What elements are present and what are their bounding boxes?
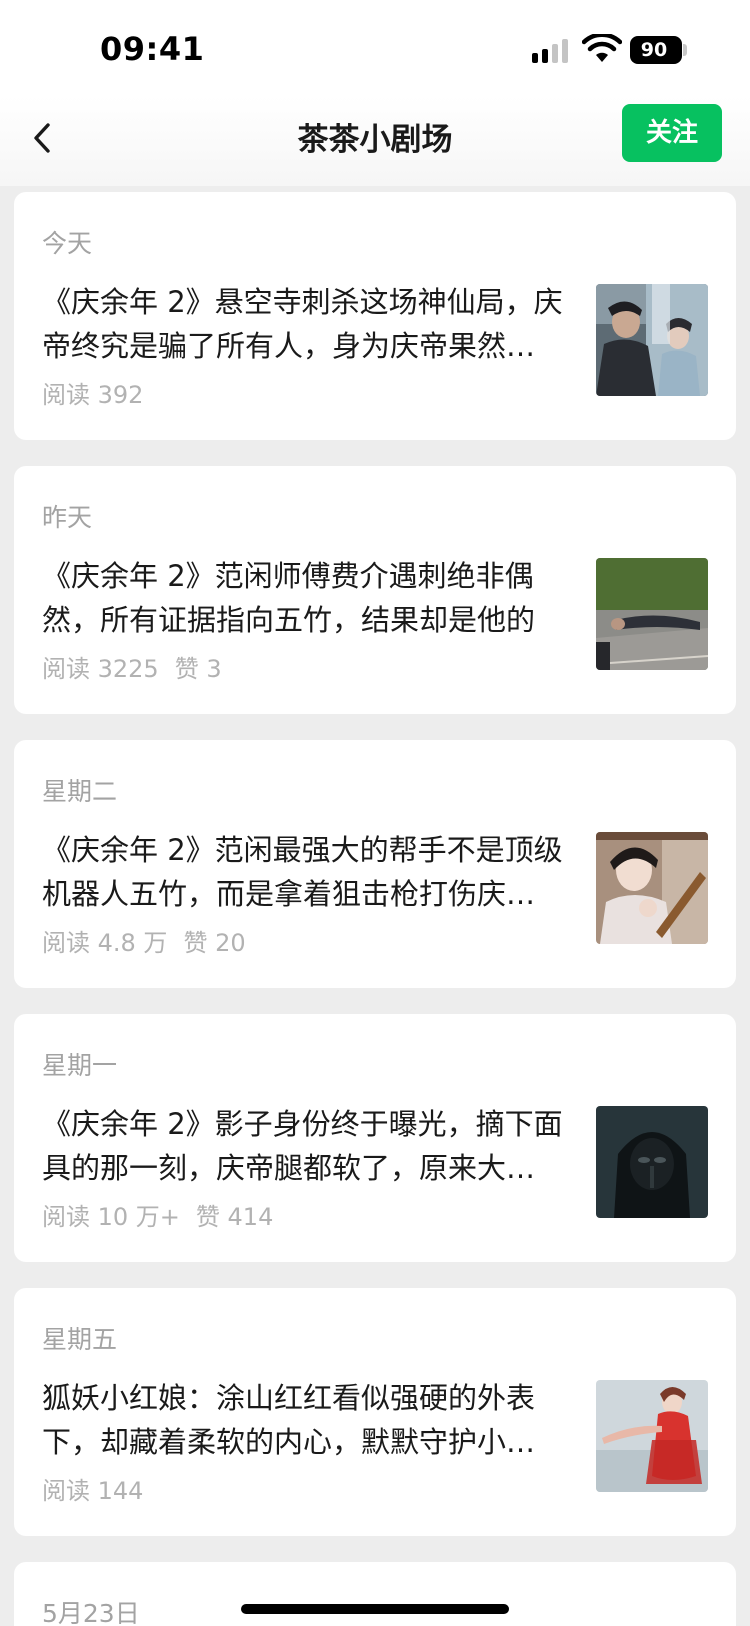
page: 09:41 90 茶茶小剧场 关注 今天 《庆余年 2》悬空寺刺杀这场神仙局，庆… [0,0,750,1626]
battery-level: 90 [640,39,668,61]
article-title[interactable]: 《庆余年 2》范闲最强大的帮手不是顶级机器人五竹，而是拿着狙击枪打伤庆… [42,828,572,916]
back-arrow-icon[interactable] [22,112,70,160]
follow-button[interactable]: 关注 [622,104,722,162]
nav-bar: 茶茶小剧场 关注 [0,96,750,186]
article-date: 星期一 [42,1051,118,1080]
article-stats: 阅读 392 [42,375,143,410]
article-stats: 阅读 4.8 万赞 20 [42,923,246,958]
article-thumbnail[interactable] [596,284,708,396]
page-title: 茶茶小剧场 [297,122,453,158]
article-card[interactable]: 星期二 《庆余年 2》范闲最强大的帮手不是顶级机器人五竹，而是拿着狙击枪打伤庆…… [14,740,736,988]
read-count: 阅读 144 [42,1477,144,1505]
wifi-icon [582,34,622,62]
article-card[interactable]: 昨天 《庆余年 2》范闲师傅费介遇刺绝非偶然，所有证据指向五竹，结果却是他的一…… [14,466,736,714]
like-count: 赞 20 [183,929,246,957]
article-card[interactable]: 5月23日 [14,1562,736,1626]
read-count: 阅读 4.8 万 [42,929,168,957]
read-count: 阅读 3225 [42,655,159,683]
article-thumbnail[interactable] [596,558,708,670]
article-date: 昨天 [42,503,93,532]
read-count: 阅读 392 [42,381,144,409]
read-count: 阅读 10 万+ [42,1203,180,1231]
article-date: 星期五 [42,1325,118,1354]
article-thumbnail[interactable] [596,832,708,944]
article-date: 今天 [42,229,93,258]
status-bar: 09:41 90 [0,0,750,96]
article-title[interactable]: 《庆余年 2》范闲师傅费介遇刺绝非偶然，所有证据指向五竹，结果却是他的一… [42,554,572,642]
article-card[interactable]: 星期五 狐妖小红娘：涂山红红看似强硬的外表下，却藏着柔软的内心，默默守护小… 阅… [14,1288,736,1536]
article-date: 星期二 [42,777,118,806]
article-title[interactable]: 《庆余年 2》影子身份终于曝光，摘下面具的那一刻，庆帝腿都软了，原来大… [42,1102,572,1190]
home-indicator[interactable] [241,1604,509,1614]
battery-icon: 90 [630,36,682,64]
article-stats: 阅读 3225 赞 3 [42,649,222,684]
status-time: 09:41 [100,30,205,68]
article-date: 5月23日 [42,1599,140,1626]
article-stats: 阅读 10 万+ 赞 414 [42,1197,273,1232]
cellular-signal-icon [532,39,568,63]
article-title[interactable]: 狐妖小红娘：涂山红红看似强硬的外表下，却藏着柔软的内心，默默守护小… [42,1376,572,1464]
article-stats: 阅读 144 [42,1471,143,1506]
article-thumbnail[interactable] [596,1380,708,1492]
article-card[interactable]: 今天 《庆余年 2》悬空寺刺杀这场神仙局，庆帝终究是骗了所有人，身为庆帝果然… … [14,192,736,440]
article-title[interactable]: 《庆余年 2》悬空寺刺杀这场神仙局，庆帝终究是骗了所有人，身为庆帝果然… [42,280,572,368]
battery-cap [683,44,687,56]
like-count: 赞 3 [174,655,222,683]
like-count: 赞 414 [195,1203,274,1231]
article-thumbnail[interactable] [596,1106,708,1218]
article-card[interactable]: 星期一 《庆余年 2》影子身份终于曝光，摘下面具的那一刻，庆帝腿都软了，原来大…… [14,1014,736,1262]
